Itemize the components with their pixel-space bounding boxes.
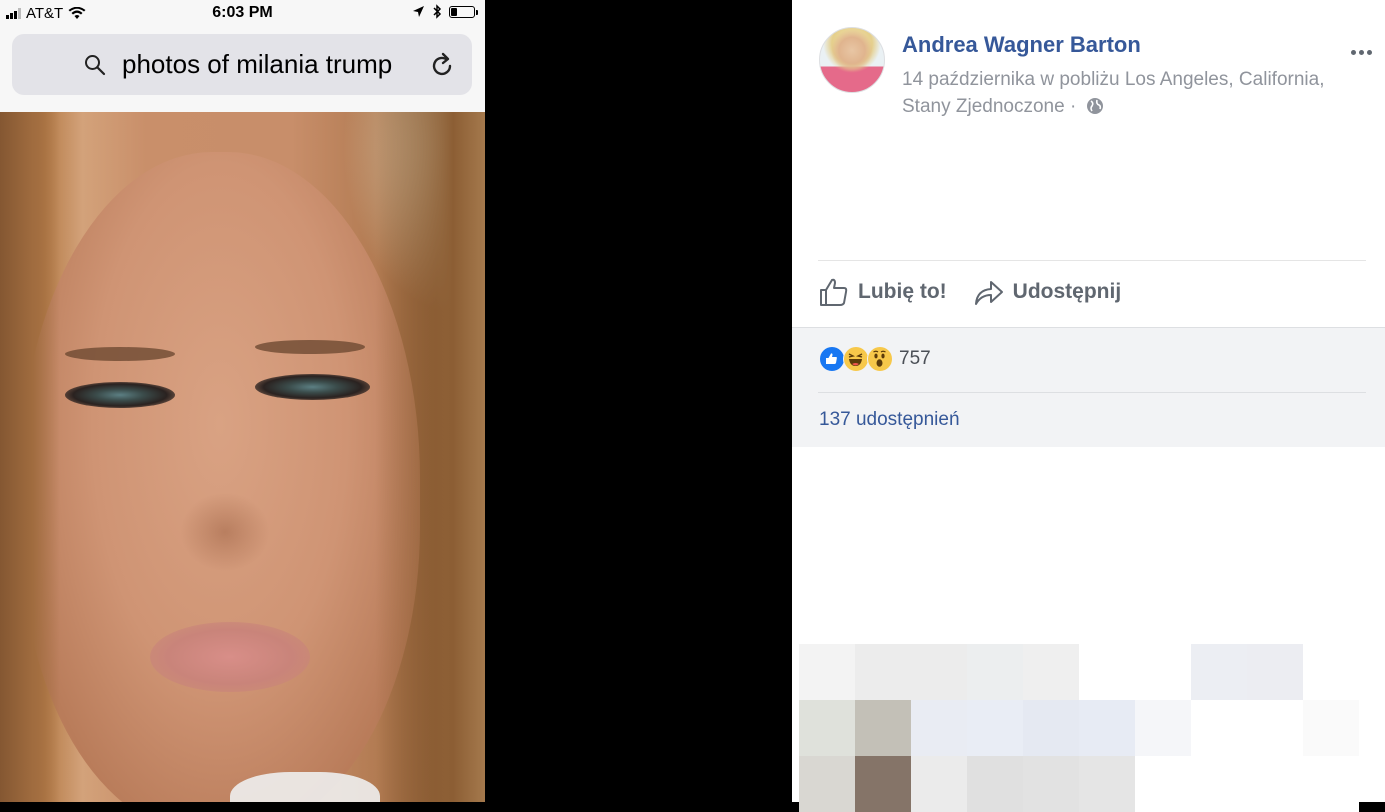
pixel-block xyxy=(1023,700,1079,756)
like-button[interactable]: Lubię to! xyxy=(818,276,947,308)
share-button[interactable]: Udostępnij xyxy=(973,277,1122,307)
pixel-block xyxy=(967,756,1023,812)
pixel-block xyxy=(1303,700,1359,756)
pixel-block xyxy=(967,644,1023,700)
pixel-block xyxy=(1303,756,1359,812)
pixel-block xyxy=(1023,756,1079,812)
pixel-block xyxy=(1191,756,1247,812)
battery-icon xyxy=(449,5,478,18)
author-name-link[interactable]: Andrea Wagner Barton xyxy=(902,32,1141,58)
share-count-link[interactable]: 137 udostępnień xyxy=(819,409,960,431)
pixel-block xyxy=(1079,644,1135,700)
more-options-icon[interactable] xyxy=(1351,50,1372,55)
haha-reaction-icon xyxy=(843,346,869,372)
bluetooth-icon xyxy=(433,4,442,19)
pixel-block xyxy=(799,700,855,756)
location-arrow-icon xyxy=(413,6,424,17)
safari-search-bar[interactable]: photos of milania trump xyxy=(12,34,472,95)
wow-reaction-icon xyxy=(867,346,893,372)
reaction-count[interactable]: 757 xyxy=(899,348,931,370)
pixel-block xyxy=(1079,700,1135,756)
pixel-block xyxy=(1247,756,1303,812)
search-query-text[interactable]: photos of milania trump xyxy=(122,49,392,80)
search-icon xyxy=(85,55,106,76)
pixel-block xyxy=(911,700,967,756)
pixel-block xyxy=(1135,756,1191,812)
pixel-block xyxy=(911,756,967,812)
like-reaction-icon xyxy=(819,346,845,372)
reload-icon[interactable] xyxy=(431,52,455,78)
pixel-block xyxy=(799,756,855,812)
reaction-summary[interactable]: 757 xyxy=(819,346,931,372)
pixel-block xyxy=(1023,644,1079,700)
face-image-region xyxy=(20,152,420,802)
phone-screenshot: AT&T 6:03 PM photos of milania trump xyxy=(0,0,485,802)
pixel-block xyxy=(855,644,911,700)
search-result-photo[interactable] xyxy=(0,112,485,802)
pixel-block xyxy=(911,644,967,700)
lips xyxy=(150,622,310,692)
pixelated-censored-area xyxy=(799,644,1359,812)
share-label: Udostępnij xyxy=(1012,280,1122,303)
pixel-block xyxy=(1247,644,1303,700)
post-meta: 14 października w pobliżu Los Angeles, C… xyxy=(902,66,1372,120)
pixel-block xyxy=(1191,700,1247,756)
divider xyxy=(818,260,1366,261)
pixel-block xyxy=(1303,644,1359,700)
facebook-post-panel: Andrea Wagner Barton 14 października w p… xyxy=(792,0,1385,812)
hair-right xyxy=(375,112,485,802)
black-divider xyxy=(485,0,792,802)
pixel-block xyxy=(1247,700,1303,756)
share-arrow-icon xyxy=(974,281,1003,305)
pixel-block xyxy=(1079,756,1135,812)
eye-left xyxy=(65,382,175,408)
reactions-panel: 757 137 udostępnień xyxy=(792,327,1385,447)
pixel-block xyxy=(1135,644,1191,700)
pixel-block xyxy=(967,700,1023,756)
like-label: Lubię to! xyxy=(858,280,947,303)
pixel-block xyxy=(1135,700,1191,756)
pixel-block xyxy=(855,700,911,756)
post-date-location[interactable]: 14 października w pobliżu Los Angeles, C… xyxy=(902,69,1324,90)
pixel-block xyxy=(855,756,911,812)
author-avatar[interactable] xyxy=(819,27,885,93)
pixel-block xyxy=(799,644,855,700)
globe-privacy-icon[interactable] xyxy=(1086,97,1104,115)
collar xyxy=(230,772,380,802)
post-actions: Lubię to! Udostępnij xyxy=(818,276,1147,308)
ios-status-bar: AT&T 6:03 PM xyxy=(0,0,485,28)
thumbs-up-icon xyxy=(820,278,848,306)
post-location-country[interactable]: Stany Zjednoczone · xyxy=(902,96,1076,117)
eye-right xyxy=(255,374,370,400)
hair-left xyxy=(0,112,60,802)
pixel-block xyxy=(1191,644,1247,700)
